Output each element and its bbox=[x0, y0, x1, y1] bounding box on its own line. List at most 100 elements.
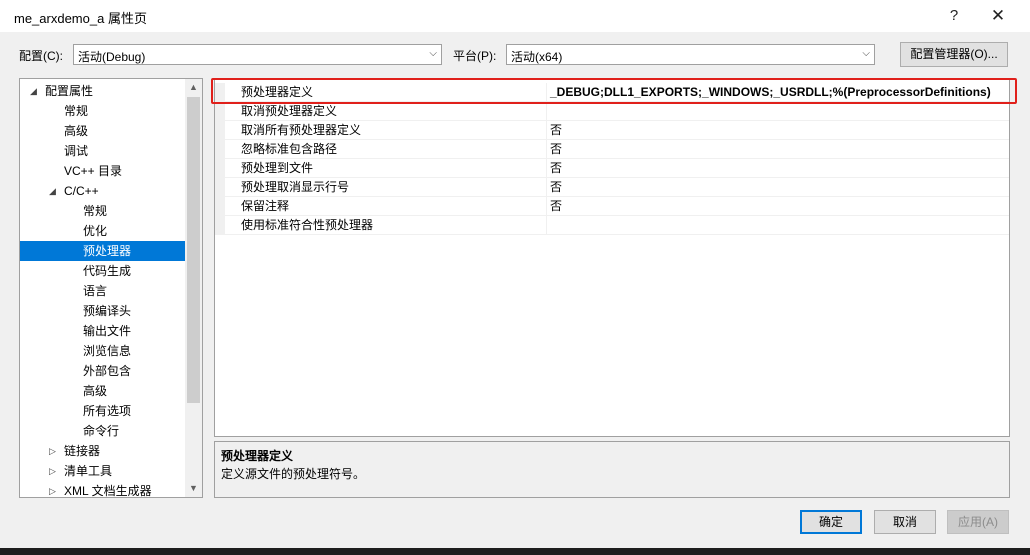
tree-item-label: C/C++ bbox=[64, 184, 99, 198]
tree-item-label: 外部包含 bbox=[83, 364, 132, 378]
tree-item-config-properties[interactable]: ◢ 配置属性 bbox=[20, 81, 186, 101]
tree-item-browse-info[interactable]: 浏览信息 bbox=[20, 341, 186, 361]
property-value[interactable]: 否 bbox=[550, 159, 562, 178]
tree-item-external-includes[interactable]: 外部包含 bbox=[20, 361, 186, 381]
collapsed-triangle-icon[interactable]: ▷ bbox=[49, 461, 56, 481]
collapsed-triangle-icon[interactable]: ▷ bbox=[49, 481, 56, 497]
tree-item-label: 浏览信息 bbox=[83, 344, 132, 358]
column-divider bbox=[546, 140, 547, 159]
config-label: 配置(C): bbox=[19, 49, 63, 63]
property-value[interactable]: 否 bbox=[550, 121, 562, 140]
tree-item-label: 清单工具 bbox=[64, 464, 113, 478]
tree-item-cpp-advanced[interactable]: 高级 bbox=[20, 381, 186, 401]
platform-dropdown[interactable]: 活动(x64) ⌵ bbox=[506, 44, 875, 65]
scrollbar-thumb[interactable] bbox=[187, 97, 200, 403]
row-gutter bbox=[215, 140, 225, 159]
tree-item-label: 语言 bbox=[83, 284, 108, 298]
tree-item-command-line[interactable]: 命令行 bbox=[20, 421, 186, 441]
row-gutter bbox=[215, 159, 225, 178]
property-name: 忽略标准包含路径 bbox=[241, 142, 338, 156]
description-text: 定义源文件的预处理符号。 bbox=[221, 467, 366, 481]
tree-item-label: 高级 bbox=[64, 124, 89, 138]
property-row-conforming-preprocessor[interactable]: 使用标准符合性预处理器 bbox=[215, 216, 1009, 235]
tree-item-label: 链接器 bbox=[64, 444, 101, 458]
tree-item-linker[interactable]: ▷ 链接器 bbox=[20, 441, 186, 461]
row-gutter bbox=[215, 197, 225, 216]
scroll-down-icon[interactable]: ▼ bbox=[185, 480, 202, 497]
tree-item-general[interactable]: 常规 bbox=[20, 101, 186, 121]
row-gutter bbox=[215, 178, 225, 197]
ok-button[interactable]: 确定 bbox=[800, 510, 862, 534]
tree-item-precompiled-headers[interactable]: 预编译头 bbox=[20, 301, 186, 321]
property-value[interactable]: 否 bbox=[550, 178, 562, 197]
tree-item-cpp[interactable]: ◢ C/C++ bbox=[20, 181, 186, 201]
tree-item-label: 高级 bbox=[83, 384, 108, 398]
tree-item-label: 所有选项 bbox=[83, 404, 132, 418]
tree-item-cpp-general[interactable]: 常规 bbox=[20, 201, 186, 221]
tree-item-label: XML 文档生成器 bbox=[64, 484, 152, 498]
highlight-annotation bbox=[211, 78, 1017, 104]
config-manager-button[interactable]: 配置管理器(O)... bbox=[900, 42, 1008, 67]
tree-item-label: 预处理器 bbox=[83, 244, 132, 258]
tree-item-optimization[interactable]: 优化 bbox=[20, 221, 186, 241]
cancel-button[interactable]: 取消 bbox=[874, 510, 936, 534]
title-bar: me_arxdemo_a 属性页 ? ✕ bbox=[0, 0, 1030, 32]
property-name: 取消所有预处理器定义 bbox=[241, 123, 362, 137]
property-row-ignore-std-include[interactable]: 忽略标准包含路径 否 bbox=[215, 140, 1009, 159]
expanded-triangle-icon[interactable]: ◢ bbox=[49, 181, 56, 201]
apply-button[interactable]: 应用(A) bbox=[947, 510, 1009, 534]
tree-item-label: VC++ 目录 bbox=[64, 164, 123, 178]
tree-item-label: 常规 bbox=[64, 104, 89, 118]
tree-item-label: 预编译头 bbox=[83, 304, 132, 318]
tree-item-output-files[interactable]: 输出文件 bbox=[20, 321, 186, 341]
property-pages-window: me_arxdemo_a 属性页 ? ✕ 配置(C): 活动(Debug) ⌵ … bbox=[0, 0, 1030, 548]
row-gutter bbox=[215, 121, 225, 140]
close-icon[interactable]: ✕ bbox=[976, 0, 1020, 32]
column-divider bbox=[546, 121, 547, 140]
tree-item-advanced[interactable]: 高级 bbox=[20, 121, 186, 141]
tree-item-label: 代码生成 bbox=[83, 264, 132, 278]
property-row-undefine-all[interactable]: 取消所有预处理器定义 否 bbox=[215, 121, 1009, 140]
column-divider bbox=[546, 159, 547, 178]
description-title: 预处理器定义 bbox=[221, 449, 294, 463]
platform-value: 活动(x64) bbox=[511, 50, 563, 64]
property-name: 使用标准符合性预处理器 bbox=[241, 218, 374, 232]
property-row-preprocess-to-file[interactable]: 预处理到文件 否 bbox=[215, 159, 1009, 178]
property-value[interactable]: 否 bbox=[550, 197, 562, 216]
tree-scrollbar[interactable]: ▲ ▼ bbox=[185, 79, 202, 497]
property-name: 取消预处理器定义 bbox=[241, 104, 338, 118]
chevron-down-icon: ⌵ bbox=[429, 48, 437, 59]
window-title: me_arxdemo_a 属性页 bbox=[14, 11, 147, 26]
column-divider bbox=[546, 178, 547, 197]
tree-item-code-generation[interactable]: 代码生成 bbox=[20, 261, 186, 281]
property-row-undefine-preprocessor[interactable]: 取消预处理器定义 bbox=[215, 102, 1009, 121]
platform-label: 平台(P): bbox=[453, 49, 497, 63]
config-dropdown[interactable]: 活动(Debug) ⌵ bbox=[73, 44, 442, 65]
tree-item-debugging[interactable]: 调试 bbox=[20, 141, 186, 161]
tree-item-label: 命令行 bbox=[83, 424, 120, 438]
help-icon[interactable]: ? bbox=[932, 0, 976, 32]
scroll-up-icon[interactable]: ▲ bbox=[185, 79, 202, 96]
tree-item-label: 调试 bbox=[64, 144, 89, 158]
column-divider bbox=[546, 102, 547, 121]
expanded-triangle-icon[interactable]: ◢ bbox=[30, 81, 37, 101]
description-panel: 预处理器定义 定义源文件的预处理符号。 bbox=[214, 441, 1010, 498]
collapsed-triangle-icon[interactable]: ▷ bbox=[49, 441, 56, 461]
column-divider bbox=[546, 216, 547, 235]
tree-item-all-options[interactable]: 所有选项 bbox=[20, 401, 186, 421]
tree-item-vc-directories[interactable]: VC++ 目录 bbox=[20, 161, 186, 181]
property-value[interactable]: 否 bbox=[550, 140, 562, 159]
property-row-keep-comments[interactable]: 保留注释 否 bbox=[215, 197, 1009, 216]
property-name: 预处理取消显示行号 bbox=[241, 180, 350, 194]
config-value: 活动(Debug) bbox=[78, 50, 146, 64]
chevron-down-icon: ⌵ bbox=[862, 48, 870, 59]
property-name: 保留注释 bbox=[241, 199, 290, 213]
tree-item-language[interactable]: 语言 bbox=[20, 281, 186, 301]
tree-item-label: 优化 bbox=[83, 224, 108, 238]
property-name: 预处理到文件 bbox=[241, 161, 314, 175]
property-row-suppress-line-numbers[interactable]: 预处理取消显示行号 否 bbox=[215, 178, 1009, 197]
row-gutter bbox=[215, 102, 225, 121]
tree-item-preprocessor[interactable]: 预处理器 bbox=[20, 241, 186, 261]
tree-item-xml-doc-generator[interactable]: ▷ XML 文档生成器 bbox=[20, 481, 186, 498]
tree-item-manifest-tool[interactable]: ▷ 清单工具 bbox=[20, 461, 186, 481]
